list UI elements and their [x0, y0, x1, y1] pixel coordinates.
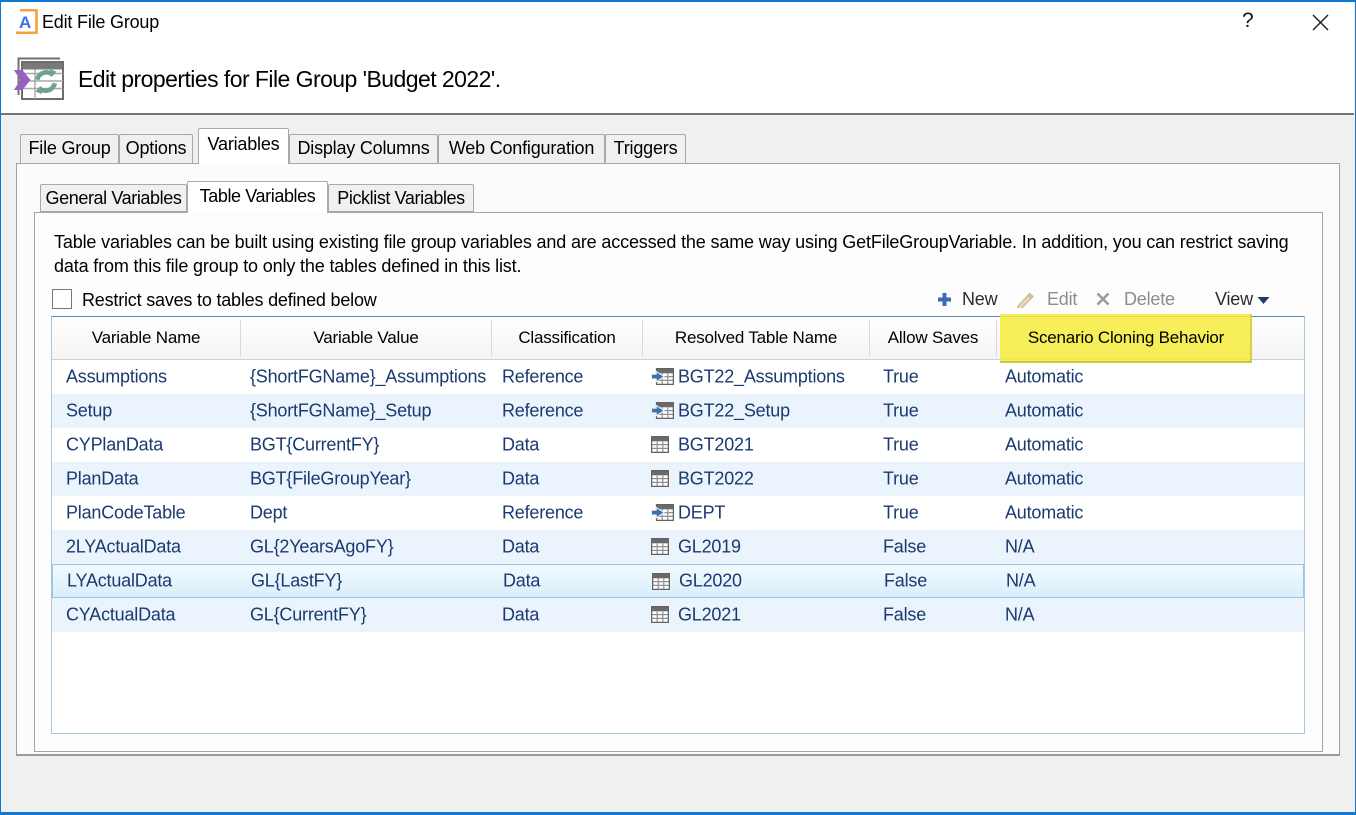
- svg-text:A: A: [19, 13, 31, 32]
